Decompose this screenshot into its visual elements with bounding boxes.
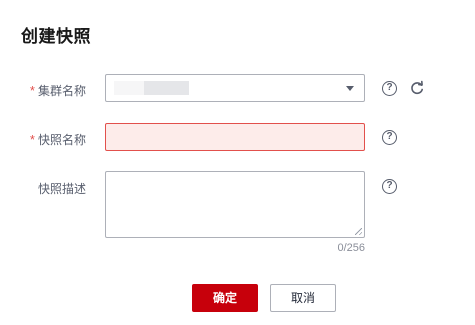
description-char-counter: 0/256 [337,242,365,254]
cluster-value-redacted [114,81,144,95]
refresh-icon[interactable] [409,80,425,96]
snapshot-description-label: 快照描述 [37,182,86,196]
snapshot-name-label: 快照名称 [37,133,86,147]
snapshot-name-label-row: * 快照名称 [6,131,86,148]
question-circle-icon[interactable]: ? [382,179,397,194]
dialog-title: 创建快照 [21,27,91,46]
snapshot-description-textarea[interactable] [105,171,365,238]
cluster-value-redacted [144,81,189,95]
snapshot-name-input[interactable] [105,123,365,151]
confirm-button[interactable]: 确定 [192,284,258,312]
required-mark: * [29,132,35,147]
question-circle-icon[interactable]: ? [382,81,397,96]
required-mark: * [29,83,35,98]
chevron-down-icon[interactable] [346,86,354,91]
cluster-name-label-row: * 集群名称 [6,82,86,99]
cluster-select[interactable] [105,74,365,102]
create-snapshot-dialog: 创建快照 * 集群名称 ? * 快照名称 ? 快照描述 ? 0/256 确定 取消 [0,0,475,325]
cluster-name-label: 集群名称 [37,84,86,98]
resize-handle-icon[interactable] [355,228,362,235]
question-circle-icon[interactable]: ? [382,130,397,145]
cancel-button[interactable]: 取消 [270,284,336,312]
